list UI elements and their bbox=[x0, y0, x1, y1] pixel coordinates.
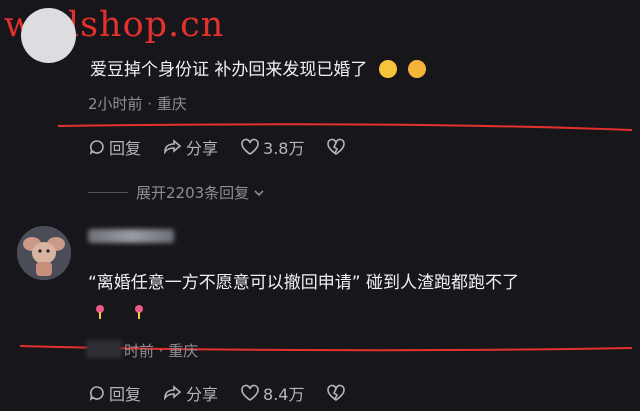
share-icon bbox=[164, 385, 182, 401]
avatar[interactable] bbox=[17, 226, 71, 280]
reply-icon bbox=[89, 386, 104, 401]
pin-icon bbox=[96, 305, 104, 319]
reply-label: 回复 bbox=[109, 139, 142, 158]
like-button[interactable]: 3.8万 bbox=[240, 135, 304, 159]
reply-button[interactable]: 回复 bbox=[88, 135, 141, 159]
dislike-button[interactable] bbox=[326, 138, 349, 156]
heart-icon bbox=[241, 384, 259, 401]
cartoon-avatar-icon bbox=[17, 226, 71, 280]
username-blurred[interactable] bbox=[88, 229, 174, 243]
comment-actions: 回复 分享 8.4万 bbox=[88, 381, 371, 405]
comment-actions: 回复 分享 3.8万 bbox=[88, 135, 371, 159]
dislike-button[interactable] bbox=[326, 384, 349, 402]
pin-icon bbox=[135, 305, 144, 319]
comment-2: “离婚任意一方不愿意可以撤回申请” 碰到人渣跑都跑不了 bbox=[88, 271, 519, 295]
redaction-blur bbox=[86, 340, 122, 358]
heart-icon bbox=[241, 138, 259, 155]
comment-text: “离婚任意一方不愿意可以撤回申请” 碰到人渣跑都跑不了 bbox=[88, 273, 520, 293]
reply-icon bbox=[89, 140, 104, 155]
face-savoring-icon bbox=[378, 60, 397, 78]
comment-meta: 时前 · 重庆 bbox=[124, 342, 199, 360]
like-count: 8.4万 bbox=[263, 385, 305, 404]
comment-text: 爱豆掉个身份证 补办回来发现已婚了 bbox=[90, 60, 368, 80]
avatar[interactable] bbox=[21, 8, 76, 63]
emoji-row bbox=[94, 303, 145, 322]
share-button[interactable]: 分享 bbox=[163, 381, 218, 405]
share-button[interactable]: 分享 bbox=[163, 135, 218, 159]
share-icon bbox=[164, 139, 182, 155]
expand-replies-button[interactable]: 展开2203条回复 bbox=[88, 182, 266, 203]
reply-button[interactable]: 回复 bbox=[88, 381, 141, 405]
like-count: 3.8万 bbox=[263, 139, 305, 158]
comment-1: 爱豆掉个身份证 补办回来发现已婚了 bbox=[90, 58, 427, 82]
reply-label: 回复 bbox=[109, 385, 142, 404]
broken-heart-icon bbox=[327, 384, 346, 401]
like-button[interactable]: 8.4万 bbox=[240, 381, 304, 405]
divider bbox=[88, 192, 128, 193]
share-label: 分享 bbox=[186, 139, 219, 158]
share-label: 分享 bbox=[186, 385, 219, 404]
broken-heart-icon bbox=[327, 138, 346, 155]
chevron-down-icon bbox=[254, 189, 264, 196]
rolling-laughing-icon bbox=[408, 60, 427, 78]
expand-replies-label: 展开2203条回复 bbox=[136, 184, 250, 202]
